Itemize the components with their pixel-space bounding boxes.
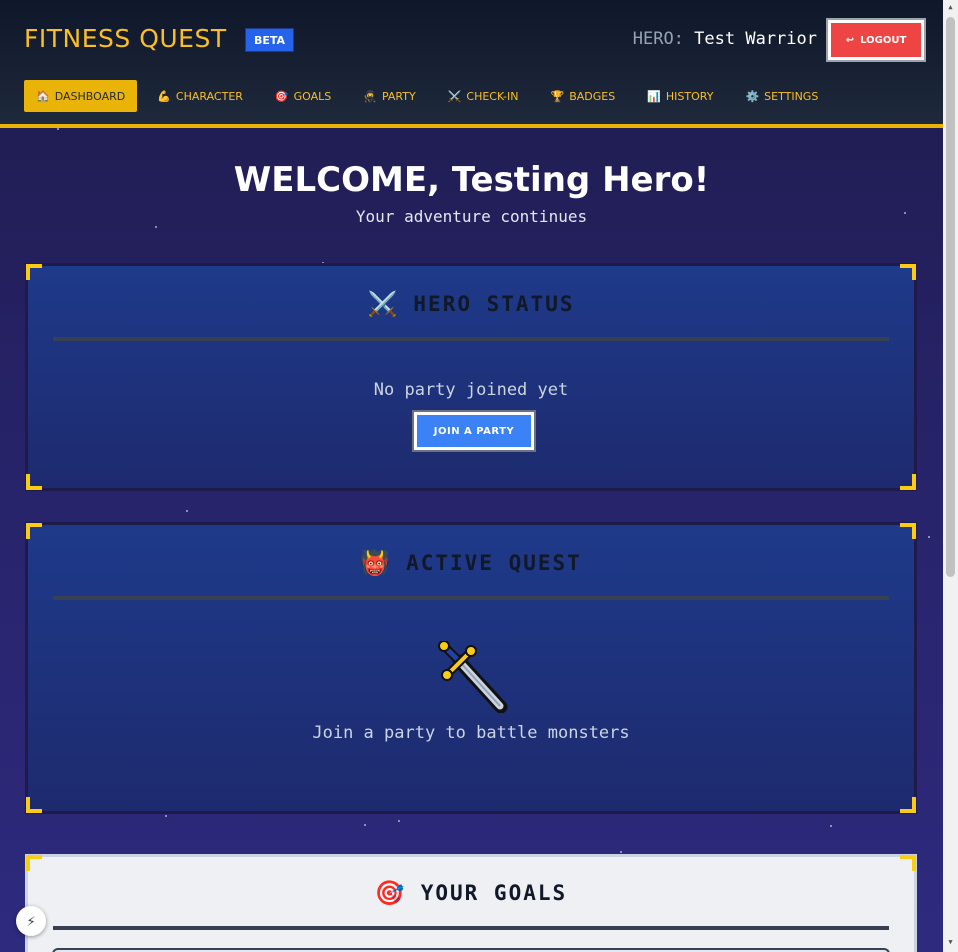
divider (53, 596, 889, 600)
nav-dashboard[interactable]: 🏠 DASHBOARD (24, 80, 138, 112)
nav-label: BADGES (569, 89, 616, 103)
trophy-icon: 🏆 (550, 89, 565, 103)
nav-settings[interactable]: ⚙️ SETTINGS (733, 80, 830, 112)
scroll-up-arrow[interactable]: ▲ (946, 3, 955, 15)
nav-label: HISTORY (665, 89, 714, 103)
nav-label: CHECK-IN (466, 89, 519, 103)
lightning-icon[interactable]: ⚡ (16, 906, 46, 936)
page-title: WELCOME, Testing Hero! (233, 160, 710, 200)
goals-panel: 🎯 YOUR GOALS (25, 854, 917, 952)
top-header: FITNESS QUEST BETA HERO: Test Warrior ↩ … (0, 0, 943, 128)
active-quest-heading: 👹 ACTIVE QUEST (28, 549, 914, 577)
hero-status-title: HERO STATUS (413, 292, 575, 316)
app-brand[interactable]: FITNESS QUEST (24, 24, 227, 53)
nav-character[interactable]: 💪 CHARACTER (145, 80, 255, 112)
no-party-message: No party joined yet (373, 380, 569, 400)
hero-status-heading: ⚔️ HERO STATUS (28, 290, 914, 318)
nav-goals[interactable]: 🎯 GOALS (263, 80, 343, 112)
nav-check-in[interactable]: ⚔️ CHECK-IN (436, 80, 531, 112)
gear-icon: ⚙️ (745, 89, 760, 103)
logout-icon: ↩ (845, 34, 855, 46)
ninja-icon: 🥷 (363, 89, 377, 103)
nav-label: GOALS (293, 89, 332, 103)
muscle-icon: 💪 (157, 89, 171, 103)
ogre-icon: 👹 (360, 549, 393, 577)
nav-label: DASHBOARD (54, 89, 126, 103)
page-subtitle: Your adventure continues (355, 207, 588, 226)
goals-title: YOUR GOALS (420, 881, 568, 905)
join-party-button[interactable]: JOIN A PARTY (412, 410, 536, 452)
bar-chart-icon: 📊 (647, 89, 661, 103)
divider (53, 337, 889, 341)
crossed-swords-icon: ⚔️ (367, 290, 400, 318)
home-icon: 🏠 (36, 89, 50, 103)
scrollbar-thumb[interactable] (946, 17, 955, 577)
goal-card[interactable] (52, 948, 890, 952)
divider (53, 926, 889, 930)
battle-message: Join a party to battle monsters (312, 723, 630, 743)
hero-identity: HERO: Test Warrior (633, 29, 817, 49)
main-nav: 🏠 DASHBOARD 💪 CHARACTER 🎯 GOALS 🥷 PARTY … (24, 80, 838, 112)
goals-heading: 🎯 YOUR GOALS (28, 879, 914, 907)
nav-badges[interactable]: 🏆 BADGES (539, 80, 628, 112)
scroll-down-arrow[interactable]: ▼ (946, 938, 955, 950)
logout-label: LOGOUT (860, 34, 907, 46)
hero-label: HERO: (632, 29, 684, 49)
target-icon: 🎯 (274, 89, 289, 103)
hero-name: Test Warrior (694, 29, 817, 49)
crossed-swords-icon: ⚔️ (447, 89, 462, 103)
active-quest-panel: 👹 ACTIVE QUEST Join a party to battle mo… (25, 522, 917, 814)
nav-label: PARTY (381, 89, 416, 103)
nav-party[interactable]: 🥷 PARTY (351, 80, 427, 112)
target-icon: 🎯 (374, 879, 407, 907)
hero-status-panel: ⚔️ HERO STATUS No party joined yet JOIN … (25, 263, 917, 491)
active-quest-title: ACTIVE QUEST (406, 551, 582, 575)
nav-label: CHARACTER (175, 89, 243, 103)
nav-history[interactable]: 📊 HISTORY (635, 80, 725, 112)
nav-label: SETTINGS (764, 89, 819, 103)
logout-button[interactable]: ↩ LOGOUT (826, 18, 926, 62)
beta-badge: BETA (245, 28, 294, 52)
sword-icon (438, 641, 508, 713)
